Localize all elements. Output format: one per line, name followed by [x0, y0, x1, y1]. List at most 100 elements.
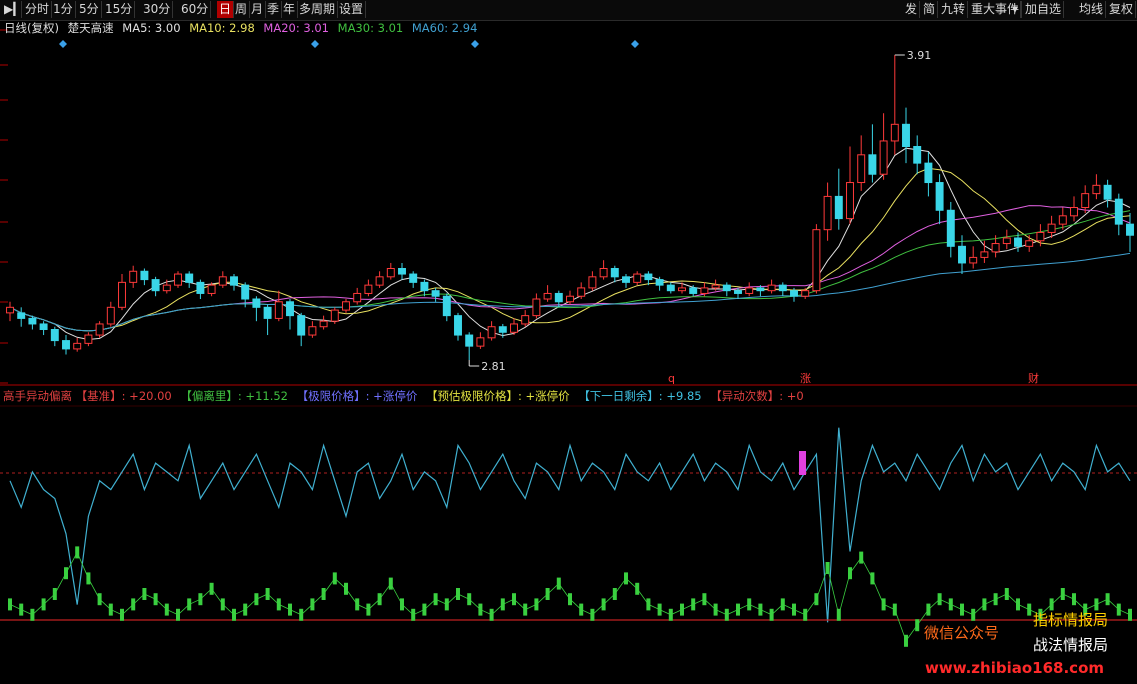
- toolbar-right-2[interactable]: 九转: [939, 1, 969, 18]
- indicator-bar-0: [8, 598, 12, 611]
- candle-body-40: [454, 315, 462, 336]
- candle-body-9: [106, 306, 115, 325]
- candle-body-39: [442, 295, 451, 317]
- indicator-bar-78: [881, 598, 886, 611]
- candle-body-14: [162, 284, 171, 292]
- indicator-bar-98: [1105, 593, 1110, 606]
- candle-body-23: [263, 306, 272, 319]
- candle-body-27: [308, 326, 317, 336]
- toolbar-right-5[interactable]: 均线: [1077, 1, 1107, 18]
- indicator-bar-46: [523, 603, 528, 616]
- candle-body-2: [28, 317, 37, 325]
- period-tab-9[interactable]: 季: [265, 1, 283, 18]
- candle-body-91: [1025, 240, 1034, 247]
- period-tab-0[interactable]: 分时: [23, 1, 53, 18]
- indicator-bar-40: [456, 588, 460, 600]
- indicator-bar-7: [86, 572, 91, 585]
- candle-body-46: [521, 315, 530, 325]
- toolbar-right-1[interactable]: 简: [921, 1, 939, 18]
- candle-body-16: [185, 273, 194, 283]
- candle-body-97: [1092, 184, 1101, 195]
- period-tab-7[interactable]: 周: [233, 1, 251, 18]
- indicator-bar-65: [736, 603, 740, 616]
- ma10-value: MA10: 2.98: [189, 21, 255, 35]
- candle-body-95: [1070, 207, 1078, 217]
- period-tab-1[interactable]: 1分: [51, 1, 76, 18]
- candle-body-56: [633, 273, 642, 283]
- indicator-pianli: 【偏离里】: +11.52: [180, 389, 288, 403]
- indicator-bar-20: [232, 608, 236, 621]
- period-tab-5[interactable]: 60分: [179, 1, 212, 18]
- period-tab-12[interactable]: 设置: [337, 1, 367, 18]
- candle-body-86: [969, 256, 978, 264]
- toolbar-right-6[interactable]: 复权: [1107, 1, 1137, 18]
- indicator-bar-58: [657, 603, 662, 616]
- candle-body-26: [297, 315, 306, 336]
- play-icon[interactable]: ▶▎: [2, 1, 22, 18]
- candle-body-33: [375, 276, 384, 286]
- event-mark-cai: 财: [1028, 371, 1039, 385]
- candle-body-51: [577, 287, 586, 297]
- candle-body-48: [543, 292, 552, 300]
- indicator-bar-35: [400, 598, 404, 611]
- indicator-bar-3: [41, 598, 46, 611]
- period-tab-10[interactable]: 年: [281, 1, 299, 18]
- candle-body-12: [140, 270, 149, 281]
- watermark-brand-1: 指标情报局: [1033, 611, 1109, 629]
- watermark-wechat: 微信公众号: [924, 624, 1000, 642]
- high-price-label: 3.91: [907, 49, 932, 62]
- kline-chart-canvas[interactable]: 3.91 2.81 q 涨 财: [0, 0, 1137, 684]
- ma20-value: MA20: 3.01: [263, 21, 329, 35]
- candle-body-29: [330, 309, 339, 322]
- indicator-bar-69: [780, 598, 785, 611]
- indicator-bar-100: [1128, 608, 1132, 621]
- candle-body-28: [319, 320, 328, 328]
- candle-body-36: [409, 273, 418, 283]
- dropdown-icon[interactable]: ▾: [1010, 1, 1022, 18]
- indicator-bar-26: [299, 608, 304, 621]
- toolbar-right-4[interactable]: 加自选: [1023, 1, 1065, 18]
- period-tab-3[interactable]: 15分: [103, 1, 136, 18]
- indicator-jixian: 【极限价格】: +涨停价: [296, 389, 418, 403]
- candle-body-19: [218, 276, 227, 286]
- candle-body-94: [1058, 215, 1067, 225]
- candle-body-87: [980, 251, 989, 258]
- period-toolbar: ▶▎ 分时 1分 5分 15分 30分 60分日周月季年多周期 设置发简九转 重大事件 加自选 均线…: [0, 0, 1137, 21]
- annotations: 3.91 2.81 q 涨 财: [59, 40, 1039, 385]
- candle-body-3: [39, 323, 48, 331]
- period-tab-2[interactable]: 5分: [77, 1, 102, 18]
- ma5-value: MA5: 3.00: [122, 21, 181, 35]
- diamond-marker-0: [59, 40, 67, 48]
- indicator-bar-17: [198, 593, 203, 606]
- watermark-url: www.zhibiao168.com: [925, 659, 1105, 677]
- indicator-bar-62: [702, 593, 707, 606]
- period-tab-8[interactable]: 月: [249, 1, 267, 18]
- candle-body-71: [801, 290, 810, 297]
- toolbar-right-0[interactable]: 发: [903, 1, 921, 18]
- candle-body-30: [342, 301, 350, 311]
- indicator-bar-71: [803, 608, 808, 621]
- period-tab-4[interactable]: 30分: [141, 1, 174, 18]
- indicator-bar-1: [19, 603, 24, 616]
- indicator-bar-77: [870, 572, 875, 585]
- indicator-title: 高手异动偏离 【基准】: +20.00 【偏离里】: +11.52 【极限价格】…: [3, 388, 809, 404]
- diamond-marker-1: [311, 40, 319, 48]
- indicator-bar-5: [64, 567, 68, 580]
- indicator-bar-55: [624, 572, 628, 585]
- period-tab-11[interactable]: 多周期: [297, 1, 339, 18]
- indicator-bar-28: [321, 588, 326, 600]
- candle-body-31: [353, 292, 362, 303]
- candle-body-8: [95, 323, 104, 336]
- indicator-bar-87: [982, 598, 987, 611]
- indicator-bar-16: [187, 598, 192, 611]
- candle-body-73: [823, 195, 832, 231]
- candle-body-17: [196, 281, 205, 294]
- indicator-bar-57: [646, 598, 651, 611]
- period-tab-6[interactable]: 日: [217, 1, 235, 18]
- candle-body-58: [655, 279, 664, 286]
- indicator-bar-56: [635, 582, 640, 595]
- indicator-bar-2: [30, 608, 35, 621]
- candle-body-82: [924, 162, 933, 184]
- indicator-bar-48: [545, 588, 550, 600]
- candle-body-78: [879, 140, 888, 175]
